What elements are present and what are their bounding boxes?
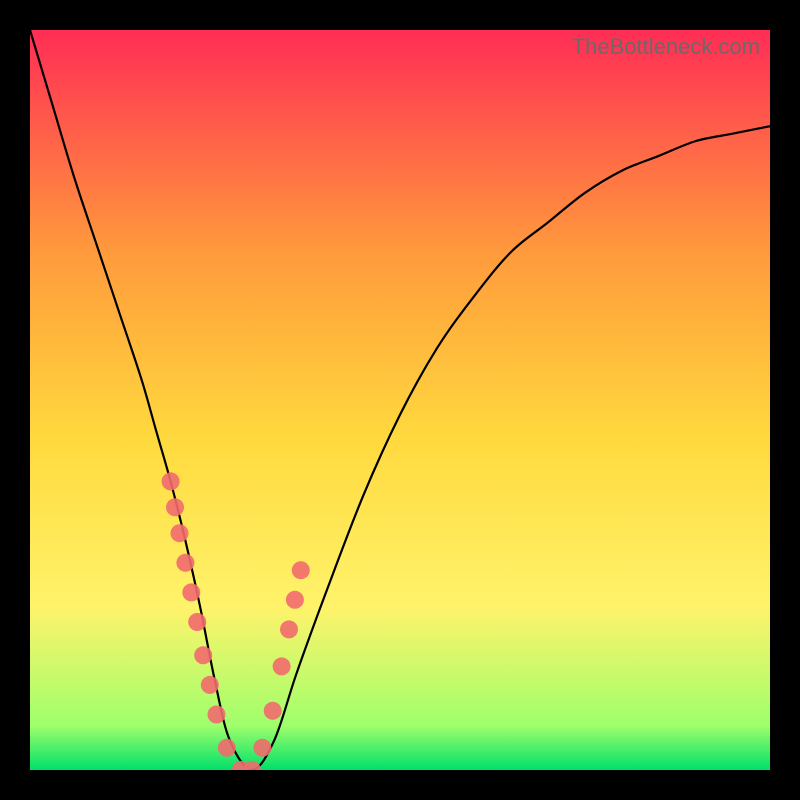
curve-marker <box>273 657 291 675</box>
plot-area: TheBottleneck.com <box>30 30 770 770</box>
curve-marker <box>243 761 261 770</box>
curve-marker <box>162 472 180 490</box>
curve-marker <box>280 620 298 638</box>
curve-marker <box>292 561 310 579</box>
curve-marker <box>171 524 189 542</box>
curve-marker <box>264 702 282 720</box>
bottleneck-curve <box>30 30 770 770</box>
marker-group <box>162 472 310 770</box>
curve-marker <box>218 739 236 757</box>
curve-marker <box>182 583 200 601</box>
curve-marker <box>176 554 194 572</box>
chart-frame: TheBottleneck.com <box>0 0 800 800</box>
curve-marker <box>166 498 184 516</box>
curve-layer <box>30 30 770 770</box>
curve-marker <box>201 676 219 694</box>
watermark-text: TheBottleneck.com <box>572 34 760 60</box>
curve-marker <box>188 613 206 631</box>
curve-marker <box>286 591 304 609</box>
curve-marker <box>208 706 226 724</box>
curve-marker <box>194 646 212 664</box>
curve-marker <box>253 739 271 757</box>
